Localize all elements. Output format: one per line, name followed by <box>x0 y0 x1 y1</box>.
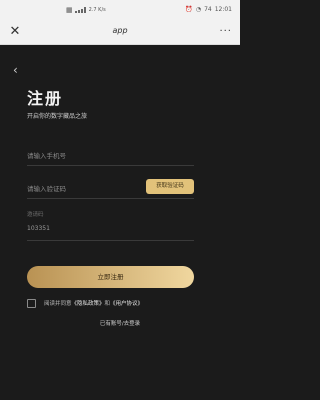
user-agreement-link[interactable]: 《用户协议》 <box>110 299 143 307</box>
code-field[interactable]: 请输入验证码 获取验证码 <box>27 178 194 199</box>
clock: 12:01 <box>214 6 232 13</box>
wifi-icon: ◔ <box>195 6 202 13</box>
register-button[interactable]: 立即注册 <box>27 266 194 288</box>
back-icon[interactable]: ‹ <box>13 63 18 77</box>
status-right: ⏰ ◔ 74 12:01 <box>185 6 232 13</box>
invite-label: 邀请码 <box>27 212 44 218</box>
status-bar: ▦ 2.7 K/s ⏰ ◔ 74 12:01 <box>0 0 240 20</box>
page-subtitle: 开启你的数字藏品之旅 <box>27 113 88 120</box>
nav-bar: ✕ app ··· <box>0 20 240 45</box>
invite-underline <box>27 240 194 241</box>
privacy-policy-link[interactable]: 《隐私政策》 <box>72 299 105 307</box>
agreement-row: 阅读并同意 《隐私政策》 和 《用户协议》 <box>27 297 143 309</box>
battery-level: 74 <box>204 6 212 13</box>
phone-field[interactable]: 请输入手机号 <box>27 145 194 166</box>
code-placeholder: 请输入验证码 <box>27 185 66 193</box>
register-page: ‹ 注册 开启你的数字藏品之旅 请输入手机号 请输入验证码 获取验证码 邀请码 … <box>0 45 240 400</box>
invite-code-field[interactable]: 103351 <box>27 225 50 232</box>
network-speed: 2.7 K/s <box>88 6 106 13</box>
sim-icon: ▦ <box>66 6 73 14</box>
status-left: ▦ 2.7 K/s <box>66 6 106 14</box>
get-code-button[interactable]: 获取验证码 <box>146 179 194 194</box>
more-menu-icon[interactable]: ··· <box>219 26 232 37</box>
alarm-icon: ⏰ <box>185 6 193 13</box>
agree-checkbox[interactable] <box>27 298 36 308</box>
phone-placeholder: 请输入手机号 <box>27 152 66 160</box>
nav-title: app <box>112 26 128 35</box>
agree-prefix: 阅读并同意 <box>44 301 72 307</box>
page-title: 注册 <box>27 89 64 108</box>
login-link[interactable]: 已有账号/去登录 <box>0 319 240 327</box>
signal-icon <box>74 7 87 13</box>
